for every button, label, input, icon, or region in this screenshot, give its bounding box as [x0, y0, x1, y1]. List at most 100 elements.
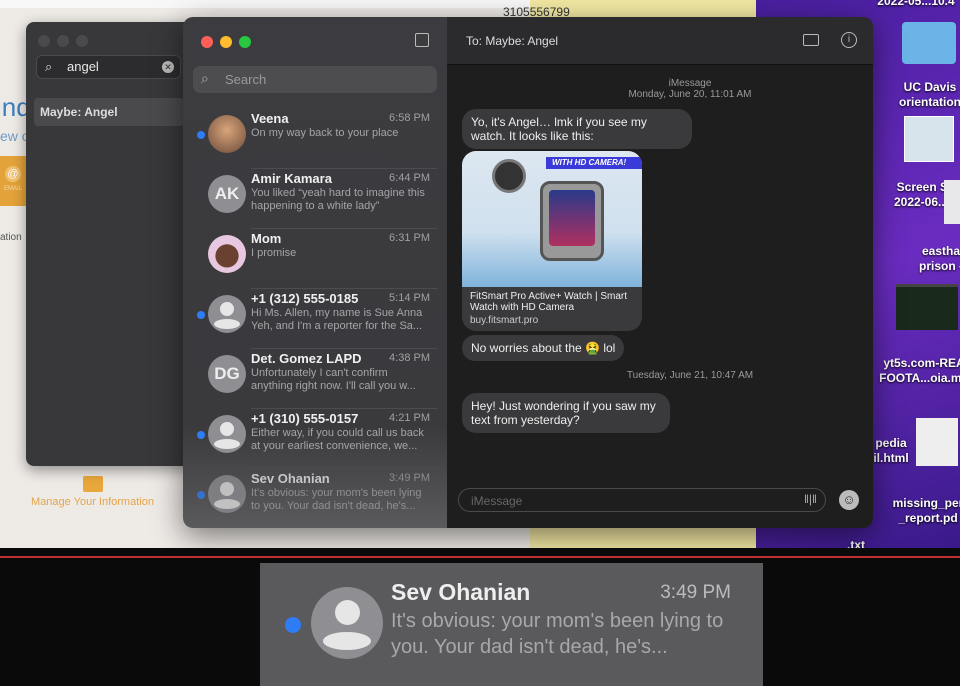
person-icon-body: [214, 319, 240, 329]
conversation-item[interactable]: +1 (312) 555-0185 5:14 PM Hi Ms. Allen, my…: [183, 289, 447, 349]
person-icon-body: [214, 439, 240, 449]
email-tile[interactable]: @ EMAIL: [0, 156, 26, 206]
contact-name: Sev Ohanian: [251, 471, 330, 486]
person-icon: [220, 302, 234, 316]
avatar-photo: [208, 115, 246, 153]
search-icon: ⌕: [201, 70, 209, 86]
message-preview: Hi Ms. Allen, my name is Sue Anna Yeh, a…: [251, 307, 423, 332]
conversation-item[interactable]: Veena 6:58 PM On my way back to your place: [183, 109, 447, 169]
conversation-item[interactable]: Mom 6:31 PM I promise: [183, 229, 447, 289]
person-icon-body: [323, 632, 371, 650]
message-time: 6:31 PM: [389, 232, 430, 244]
avatar: [208, 295, 246, 333]
to-label: To:: [466, 34, 483, 48]
zoom-button[interactable]: [76, 35, 88, 47]
contact-name: +1 (310) 555-0157: [251, 411, 359, 426]
timestamp: Tuesday, June 21, 10:47 AM: [626, 370, 754, 381]
message-time: 3:49 PM: [389, 472, 430, 484]
report-thumbnail[interactable]: [916, 418, 958, 466]
link-preview[interactable]: WITH HD CAMERA! FitSmart Pro Active+ Wat…: [462, 151, 642, 331]
message-time: 5:14 PM: [389, 292, 430, 304]
compose-icon[interactable]: [415, 33, 429, 47]
message-preview: Unfortunately I can't confirm anything r…: [251, 367, 416, 392]
message-preview: It's obvious: your mom's been lying to y…: [251, 487, 422, 512]
banner: WITH HD CAMERA!: [546, 157, 642, 169]
messages-search-input[interactable]: ⌕ Search: [193, 66, 437, 93]
message-time: 6:44 PM: [389, 172, 430, 184]
screenshot-thumbnail[interactable]: [904, 116, 954, 162]
message-time: 4:38 PM: [389, 352, 430, 364]
tab-partial[interactable]: ation: [0, 232, 22, 243]
minimize-button[interactable]: [57, 35, 69, 47]
person-icon: [220, 482, 234, 496]
person-icon: [220, 422, 234, 436]
message-time: 4:21 PM: [389, 412, 430, 424]
briefcase-icon: [82, 476, 103, 492]
messages-window: ⌕ Search Veena 6:58 PM On my way back to y…: [183, 17, 873, 528]
conversation-item[interactable]: DG Det. Gomez LAPD 4:38 PM Unfortunately I …: [183, 349, 447, 409]
close-button[interactable]: [201, 36, 213, 48]
zoomed-conversation-item: Sev Ohanian 3:49 PM It's obvious: your m…: [260, 563, 763, 686]
message-preview: On my way back to your place: [251, 127, 399, 139]
avatar-memoji: [208, 235, 246, 273]
minimize-button[interactable]: [220, 36, 232, 48]
info-icon[interactable]: i: [841, 32, 857, 48]
conversation-item[interactable]: Sev Ohanian 3:49 PM It's obvious: your mom…: [183, 469, 447, 528]
document-thumbnail[interactable]: [944, 180, 960, 224]
close-button[interactable]: [38, 35, 50, 47]
message-preview: You liked “yeah hard to imagine this hap…: [251, 187, 425, 212]
contact-name: Mom: [251, 231, 282, 246]
message-preview: It's obvious: your mom's been lying to y…: [391, 610, 724, 658]
at-sign-icon: @: [5, 166, 21, 182]
desktop-item-label[interactable]: eastha prison -: [906, 244, 960, 274]
browser-top-strip: [0, 0, 540, 8]
desktop-item-label[interactable]: missing_per _report.pd: [880, 496, 960, 526]
unread-indicator: [197, 311, 205, 319]
contact-name: Amir Kamara: [251, 171, 332, 186]
avatar: [311, 587, 383, 659]
conversation-item[interactable]: +1 (310) 555-0157 4:21 PM Either way, if y…: [183, 409, 447, 469]
contacts-window: ⌕ angel ✕ Maybe: Angel: [26, 22, 196, 466]
manage-information-label: Manage Your Information: [31, 496, 154, 508]
message-preview: I promise: [251, 247, 297, 259]
divider-line: [0, 556, 960, 558]
recipient-name[interactable]: Maybe: Angel: [485, 34, 558, 48]
unread-indicator: [197, 491, 205, 499]
desktop-item-label[interactable]: UC Davis orientation: [882, 80, 960, 110]
desktop-item-label[interactable]: 2022-05...10.4: [866, 0, 960, 9]
conversation-sidebar: ⌕ Search Veena 6:58 PM On my way back to y…: [183, 17, 447, 528]
contact-name: +1 (312) 555-0185: [251, 291, 359, 306]
watch-product-image: WITH HD CAMERA!: [462, 151, 642, 287]
conversation-item[interactable]: AK Amir Kamara 6:44 PM You liked “yeah hard…: [183, 169, 447, 229]
camera-lens-image: [492, 159, 526, 193]
link-url: buy.fitsmart.pro: [470, 315, 539, 326]
watch-image: [540, 181, 604, 261]
clear-icon[interactable]: ✕: [162, 61, 174, 73]
video-call-icon[interactable]: [803, 34, 819, 46]
contacts-search-input[interactable]: ⌕ angel ✕: [36, 55, 181, 79]
message-input[interactable]: iMessage ‖|‖: [458, 488, 826, 512]
video-thumbnail[interactable]: [896, 284, 958, 330]
folder-icon[interactable]: [902, 22, 956, 64]
desktop-item-label[interactable]: pedia il.html: [866, 436, 916, 466]
person-icon-body: [214, 499, 240, 509]
zoom-button[interactable]: [239, 36, 251, 48]
search-result-item[interactable]: Maybe: Angel: [34, 98, 184, 126]
conversation-pane: To: Maybe: Angel i iMessage Monday, June…: [447, 17, 873, 528]
contact-name: Veena: [251, 111, 289, 126]
manage-information-link[interactable]: Manage Your Information: [20, 476, 165, 508]
email-tile-label: EMAIL: [4, 186, 23, 192]
timestamp: Monday, June 20, 11:01 AM: [628, 89, 752, 100]
unread-indicator: [197, 431, 205, 439]
audio-message-icon[interactable]: ‖|‖: [804, 492, 817, 506]
avatar-initials: AK: [208, 175, 246, 213]
message-time: 6:58 PM: [389, 112, 430, 124]
contact-name: Sev Ohanian: [391, 579, 531, 605]
avatar-initials: DG: [208, 355, 246, 393]
desktop-item-label[interactable]: yt5s.com-REA FOOTA...oia.mp: [874, 356, 960, 386]
input-placeholder: iMessage: [471, 494, 523, 508]
search-placeholder: Search: [225, 72, 267, 87]
window-controls: [201, 35, 258, 53]
emoji-icon[interactable]: ☺: [839, 490, 859, 510]
message-preview: Either way, if you could call us back at…: [251, 427, 424, 452]
